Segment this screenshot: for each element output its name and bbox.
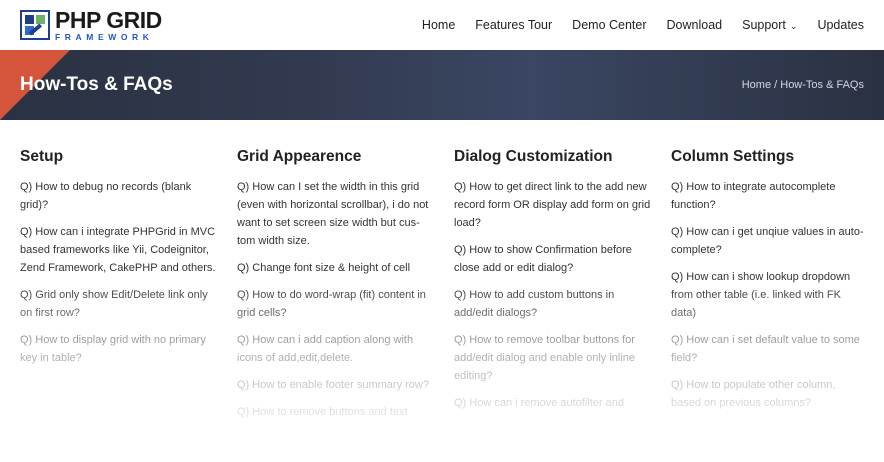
- nav-demo-center-label: Demo Center: [572, 18, 647, 32]
- faq-link[interactable]: Q) How can I set the width in this grid …: [237, 178, 433, 250]
- faq-column-dialog-customization: Dialog Customization Q) How to get direc…: [454, 148, 654, 421]
- faq-link[interactable]: Q) How to show Confirmation before close…: [454, 241, 654, 277]
- faq-link[interactable]: Q) Grid only show Edit/Delete link only …: [20, 286, 216, 322]
- faq-column-setup: Setup Q) How to debug no records (blank …: [20, 148, 216, 376]
- page-banner: How-Tos & FAQs Home / How-Tos & FAQs: [0, 50, 884, 120]
- faq-link[interactable]: Q) How can i set default value to some f…: [671, 331, 867, 367]
- nav-features-tour-label: Features Tour: [475, 18, 553, 32]
- nav-download[interactable]: Download: [667, 18, 723, 32]
- breadcrumb: Home / How-Tos & FAQs: [742, 79, 864, 91]
- column-heading: Dialog Customization: [454, 148, 613, 165]
- nav-download-label: Download: [666, 18, 723, 32]
- page-title: How-Tos & FAQs: [20, 74, 173, 95]
- main-nav: Home Features Tour Demo Center Download …: [402, 0, 884, 50]
- faq-link[interactable]: Q) How to remove buttons and text: [237, 403, 433, 421]
- faq-link[interactable]: Q) How to integrate autocomplete functio…: [671, 178, 867, 214]
- nav-home-label: Home: [421, 18, 456, 32]
- nav-support[interactable]: Support ⌄: [742, 18, 797, 32]
- breadcrumb-current: How-Tos & FAQs: [780, 79, 864, 91]
- nav-features-tour[interactable]: Features Tour: [475, 18, 552, 32]
- breadcrumb-separator: /: [771, 79, 781, 91]
- nav-home[interactable]: Home: [422, 18, 455, 32]
- nav-demo-center[interactable]: Demo Center: [572, 18, 646, 32]
- faq-link[interactable]: Q) Change font size & height of cell: [237, 259, 433, 277]
- faq-link[interactable]: Q) How to remove toolbar buttons for add…: [454, 331, 654, 385]
- faq-columns: Setup Q) How to debug no records (blank …: [0, 120, 884, 462]
- breadcrumb-home[interactable]: Home: [742, 79, 771, 91]
- nav-updates[interactable]: Updates: [817, 18, 864, 32]
- faq-link[interactable]: Q) How to get direct link to the add new…: [454, 178, 654, 232]
- nav-updates-label: Updates: [817, 18, 864, 32]
- faq-link[interactable]: Q) How can i show lookup dropdown from o…: [671, 268, 867, 322]
- faq-link[interactable]: Q) How to add custom buttons in add/edit…: [454, 286, 654, 322]
- column-heading: Grid Appearence: [237, 148, 362, 165]
- logo-title: PHP GRID: [55, 6, 162, 33]
- logo-grid-icon: [20, 10, 50, 40]
- faq-link[interactable]: Q) How to do word-wrap (fit) content in …: [237, 286, 433, 322]
- site-logo[interactable]: PHP GRID FRAMEWORK: [20, 8, 162, 42]
- site-header: PHP GRID FRAMEWORK Home Features Tour De…: [0, 0, 884, 50]
- faq-link[interactable]: Q) How can i add caption along with icon…: [237, 331, 433, 367]
- faq-column-grid-appearence: Grid Appearence Q) How can I set the wid…: [237, 148, 433, 430]
- column-heading: Setup: [20, 148, 64, 165]
- faq-link[interactable]: Q) How can i get unqiue values in auto-c…: [671, 223, 867, 259]
- faq-column-column-settings: Column Settings Q) How to integrate auto…: [671, 148, 867, 421]
- nav-support-label: Support: [742, 18, 786, 32]
- logo-subtitle: FRAMEWORK: [55, 31, 154, 42]
- faq-link[interactable]: Q) How to populate other column, based o…: [671, 376, 867, 412]
- faq-link[interactable]: Q) How to debug no records (blank grid)?: [20, 178, 216, 214]
- faq-link[interactable]: Q) How to enable footer summary row?: [237, 376, 433, 394]
- chevron-down-icon: ⌄: [789, 20, 798, 31]
- column-heading: Column Settings: [671, 148, 795, 165]
- faq-link[interactable]: Q) How can i remove autofilter and: [454, 394, 654, 412]
- faq-link[interactable]: Q) How can i integrate PHPGrid in MVC ba…: [20, 223, 216, 277]
- faq-link[interactable]: Q) How to display grid with no primary k…: [20, 331, 216, 367]
